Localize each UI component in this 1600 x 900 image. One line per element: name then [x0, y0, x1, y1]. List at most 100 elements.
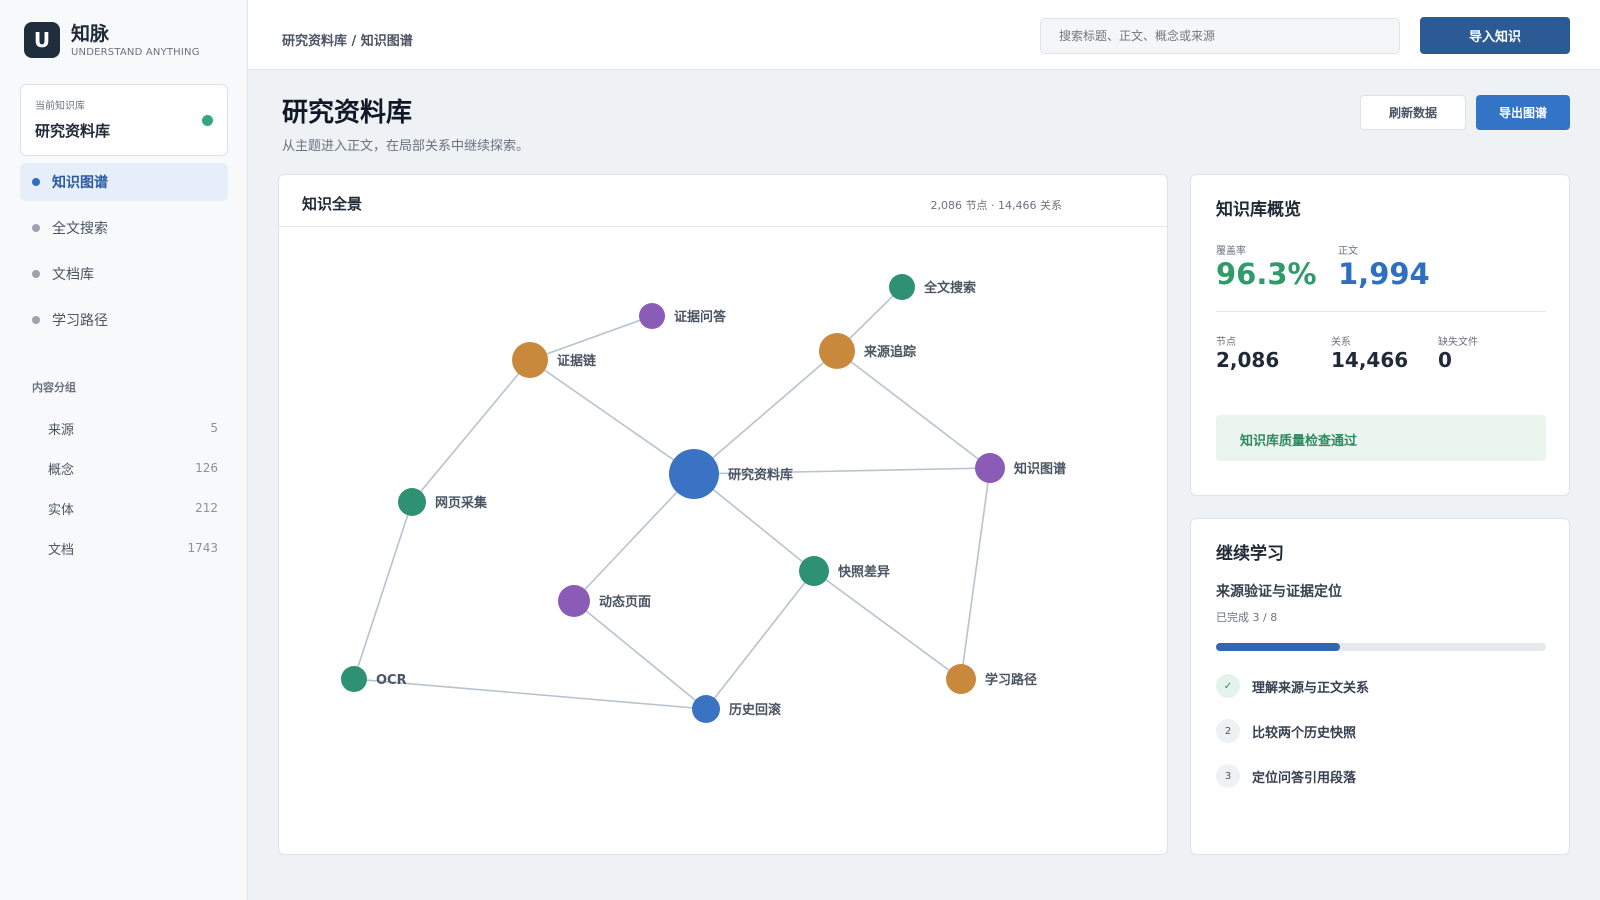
group-row-concept[interactable]: 概念 126: [48, 448, 218, 488]
graph-edge-evidence_chain-web_crawl: [411, 359, 531, 503]
sidebar-item-learning-path[interactable]: 学习路径: [20, 301, 228, 339]
graph-node-web_crawl[interactable]: 网页采集: [398, 488, 488, 516]
overview-divider: [1216, 311, 1546, 312]
kb-overview-card: 知识库概览 覆盖率 96.3% 正文 1,994 节点 2,086 关系 14,…: [1190, 174, 1570, 496]
graph-node-label: 全文搜索: [923, 280, 976, 296]
graph-stats: 2,086 节点 · 14,466 关系: [930, 199, 1062, 212]
group-row-source[interactable]: 来源 5: [48, 408, 218, 448]
sidebar-item-label: 全文搜索: [52, 221, 108, 237]
graph-node-label: 快照差异: [838, 564, 890, 580]
step-label: 定位问答引用段落: [1252, 770, 1357, 786]
current-kb-selector[interactable]: 当前知识库 研究资料库: [20, 84, 228, 156]
refresh-data-button[interactable]: 刷新数据: [1360, 95, 1466, 130]
learning-topic[interactable]: 来源验证与证据定位: [1216, 581, 1342, 601]
current-kb-name: 研究资料库: [35, 122, 111, 140]
quality-check-status: 知识库质量检查通过: [1216, 415, 1546, 461]
graph-node-source_trace[interactable]: 来源追踪: [819, 333, 916, 369]
graph-edge-evidence_chain-hub: [529, 359, 695, 475]
brand-name: 知脉: [71, 22, 110, 45]
knowledge-graph-canvas[interactable]: 研究资料库 证据链 证据问答 全文搜索来源追踪知识图谱网页采集动态页面 快照差异 OCR 历…: [279, 227, 1168, 855]
knowledge-graph-card: 知识全景 2,086 节点 · 14,466 关系 研究资料库 证据链 证据问答 全文…: [278, 174, 1168, 855]
brand[interactable]: U 知脉 UNDERSTAND ANYTHING: [24, 22, 200, 58]
graph-node-hub[interactable]: 研究资料库: [669, 449, 793, 499]
graph-node-evidence_chain[interactable]: 证据链: [512, 342, 597, 378]
step-label: 比较两个历史快照: [1252, 725, 1357, 741]
graph-edge-source_trace-kgraph: [836, 350, 991, 469]
group-count: 126: [195, 461, 218, 475]
docs-label: 正文: [1338, 246, 1358, 257]
graph-node-circle[interactable]: [889, 274, 915, 300]
export-graph-button[interactable]: 导出图谱: [1476, 95, 1570, 130]
graph-node-fulltext[interactable]: 全文搜索: [889, 274, 976, 300]
sidebar-item-knowledge-graph[interactable]: 知识图谱: [20, 163, 228, 201]
graph-node-label: 来源追踪: [863, 344, 916, 360]
graph-node-circle[interactable]: [558, 585, 590, 617]
sidebar-item-label: 学习路径: [52, 313, 108, 329]
kb-status-dot: [202, 115, 213, 126]
page-subtitle: 从主题进入正文，在局部关系中继续探索。: [282, 139, 530, 154]
graph-node-circle[interactable]: [819, 333, 855, 369]
relations-label: 关系: [1331, 337, 1351, 348]
coverage-value: 96.3%: [1216, 257, 1317, 291]
continue-learning-card: 继续学习 来源验证与证据定位 已完成 3 / 8 ✓ 理解来源与正文关系 2 比…: [1190, 518, 1570, 855]
graph-node-label: 历史回滚: [729, 702, 782, 718]
graph-title: 知识全景: [302, 195, 363, 213]
search-input[interactable]: [1040, 18, 1400, 54]
step-label: 理解来源与正文关系: [1252, 680, 1370, 696]
learning-step-3[interactable]: 3 定位问答引用段落: [1216, 764, 1356, 788]
missing-files-value: 0: [1438, 348, 1452, 372]
learning-step-2[interactable]: 2 比较两个历史快照: [1216, 719, 1356, 743]
graph-node-circle[interactable]: [975, 453, 1005, 483]
sidebar-item-label: 知识图谱: [52, 175, 108, 191]
graph-node-label: OCR: [376, 673, 407, 688]
graph-node-rollback[interactable]: 历史回滚: [692, 695, 782, 723]
relations-value: 14,466: [1331, 348, 1409, 372]
learning-progress-text: 已完成 3 / 8: [1216, 611, 1278, 624]
nav-dot-icon: [32, 316, 40, 324]
brand-logo: U: [24, 22, 60, 58]
graph-node-circle[interactable]: [692, 695, 720, 723]
graph-edge-dynamic_page-rollback: [573, 600, 707, 710]
graph-node-ocr[interactable]: OCR: [341, 666, 407, 692]
graph-edge-source_trace-hub: [693, 350, 838, 475]
group-label: 文档: [48, 542, 75, 558]
graph-node-circle[interactable]: [946, 664, 976, 694]
graph-node-circle[interactable]: [398, 488, 426, 516]
graph-node-circle[interactable]: [512, 342, 548, 378]
graph-edge-ocr-rollback: [353, 678, 707, 710]
graph-node-snapshot_diff[interactable]: 快照差异: [799, 556, 890, 586]
group-count: 5: [210, 421, 218, 435]
content-groups-list: 来源 5 概念 126 实体 212 文档 1743: [48, 408, 218, 568]
learning-step-1[interactable]: ✓ 理解来源与正文关系: [1216, 674, 1369, 698]
graph-node-evidence_qa[interactable]: 证据问答: [639, 303, 727, 329]
graph-card-header: 知识全景 2,086 节点 · 14,466 关系: [279, 175, 1167, 227]
group-label: 概念: [48, 462, 75, 478]
nav-dot-icon: [32, 178, 40, 186]
breadcrumb: 研究资料库 / 知识图谱: [282, 34, 413, 49]
current-kb-label: 当前知识库: [35, 101, 85, 112]
group-row-entity[interactable]: 实体 212: [48, 488, 218, 528]
graph-node-learn_path[interactable]: 学习路径: [946, 664, 1037, 694]
graph-node-label: 知识图谱: [1014, 461, 1066, 477]
step-number-badge: 3: [1216, 764, 1240, 788]
graph-node-label: 证据问答: [674, 309, 727, 325]
graph-node-circle[interactable]: [639, 303, 665, 329]
sidebar-item-label: 文档库: [52, 267, 94, 283]
graph-edge-web_crawl-ocr: [353, 501, 413, 680]
brand-tagline: UNDERSTAND ANYTHING: [71, 46, 200, 58]
graph-nodes: 研究资料库 证据链 证据问答 全文搜索来源追踪知识图谱网页采集动态页面 快照差异 OCR 历…: [341, 274, 1066, 723]
learning-progress-bar: [1216, 643, 1546, 651]
graph-node-circle[interactable]: [799, 556, 829, 586]
graph-node-circle[interactable]: [341, 666, 367, 692]
docs-value: 1,994: [1338, 257, 1430, 291]
graph-node-dynamic_page[interactable]: 动态页面: [558, 585, 651, 617]
import-knowledge-button[interactable]: 导入知识: [1420, 17, 1570, 54]
graph-node-label: 学习路径: [985, 672, 1037, 688]
graph-node-circle[interactable]: [669, 449, 719, 499]
group-row-document[interactable]: 文档 1743: [48, 528, 218, 568]
sidebar-item-fulltext-search[interactable]: 全文搜索: [20, 209, 228, 247]
graph-node-kgraph[interactable]: 知识图谱: [975, 453, 1066, 483]
sidebar-item-document-library[interactable]: 文档库: [20, 255, 228, 293]
graph-node-label: 动态页面: [599, 594, 651, 610]
learning-title: 继续学习: [1216, 544, 1284, 564]
